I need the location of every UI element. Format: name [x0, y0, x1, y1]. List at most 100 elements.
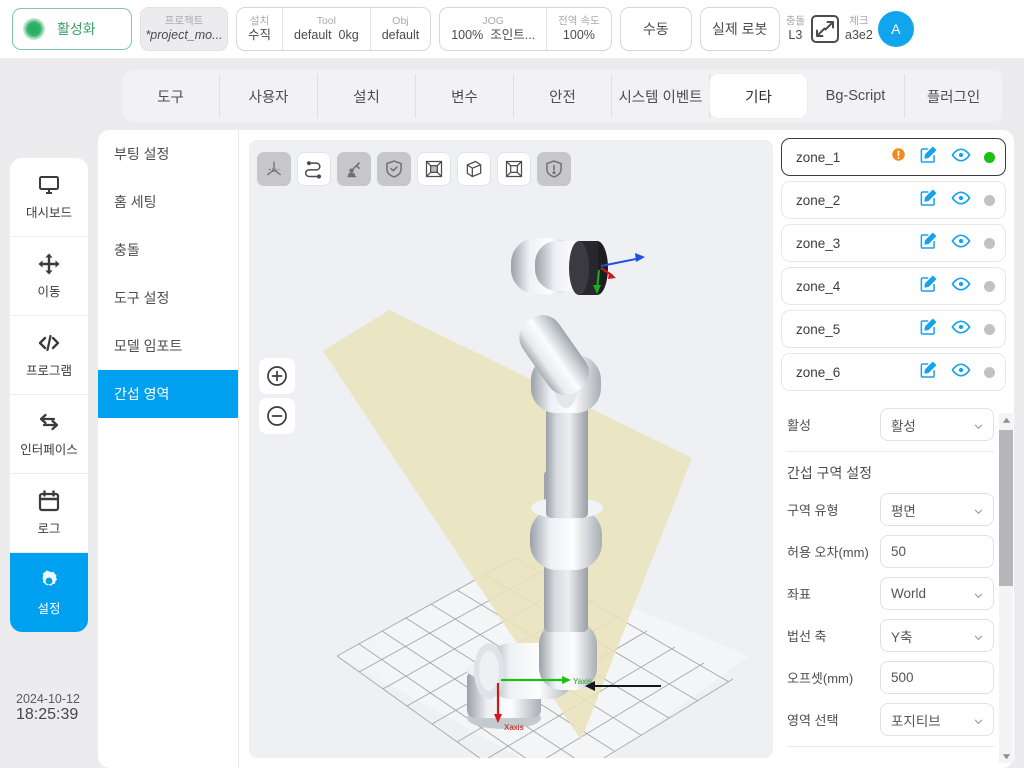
submenu-item-boot-settings[interactable]: 부팅 설정	[98, 130, 238, 178]
path-trajectory-icon[interactable]	[297, 152, 331, 186]
rail-item-interface[interactable]: 인터페이스	[10, 395, 88, 474]
edit-icon[interactable]	[919, 360, 938, 384]
offset-field-row: 오프셋(mm) 500	[787, 657, 994, 698]
coordinate-select[interactable]: World	[880, 577, 994, 610]
enable-select[interactable]: 활성	[880, 408, 994, 441]
collision-label: 충돌	[785, 15, 806, 27]
axes-origin-icon[interactable]	[257, 152, 291, 186]
tab-bg-script[interactable]: Bg-Script	[807, 74, 905, 118]
zone-active-dot[interactable]	[984, 237, 995, 249]
zone-list-item[interactable]: zone_1	[781, 138, 1006, 176]
jog-segment[interactable]: JOG 100% 조인트...	[440, 8, 548, 50]
zone-active-dot[interactable]	[984, 280, 995, 292]
visibility-icon[interactable]	[951, 188, 971, 213]
cube-solid-icon[interactable]	[417, 152, 451, 186]
tab-etc[interactable]: 기타	[710, 74, 807, 118]
offset-input[interactable]: 500	[880, 661, 994, 694]
operation-mode-button[interactable]: 수동	[619, 7, 692, 51]
global-speed-value: 100%	[562, 28, 595, 42]
rail-item-program[interactable]: 프로그램	[10, 316, 88, 395]
rail-item-settings[interactable]: 설정	[10, 553, 88, 632]
zone-active-dot[interactable]	[984, 194, 995, 206]
shield-check-icon[interactable]	[377, 152, 411, 186]
submenu-item-model-import[interactable]: 모델 임포트	[98, 322, 238, 370]
visibility-icon[interactable]	[951, 360, 971, 385]
global-speed-label: 전역 속도	[558, 15, 600, 27]
install-segment[interactable]: 설치 수직	[237, 8, 284, 50]
clock-date: 2024-10-12	[16, 692, 80, 706]
zone-name: zone_3	[796, 235, 841, 251]
edit-icon[interactable]	[919, 274, 938, 298]
zone-list-item[interactable]: zone_6	[781, 353, 1006, 391]
panel-scrollbar[interactable]	[999, 413, 1013, 763]
tool-payload: 0kg	[338, 28, 359, 42]
submenu-label: 모델 임포트	[114, 338, 183, 354]
zone-type-select[interactable]: 평면	[880, 493, 994, 526]
installation-info-group[interactable]: 설치 수직 Tool default 0kg Obj default	[236, 7, 432, 51]
rail-label: 프로그램	[25, 364, 72, 378]
zone-list-item[interactable]: zone_5	[781, 310, 1006, 348]
visibility-icon[interactable]	[951, 317, 971, 342]
region-select[interactable]: 포지티브	[880, 703, 994, 736]
normal-axis-select[interactable]: Y축	[880, 619, 994, 652]
tab-installation[interactable]: 설치	[318, 74, 416, 118]
cube-wire-icon[interactable]	[457, 152, 491, 186]
edit-icon[interactable]	[919, 188, 938, 212]
obj-segment[interactable]: Obj default	[371, 8, 431, 50]
visibility-icon[interactable]	[951, 274, 971, 299]
robot-target-button[interactable]: 실제 로봇	[699, 7, 780, 51]
shield-alert-icon[interactable]	[537, 152, 571, 186]
rail-item-move[interactable]: 이동	[10, 237, 88, 316]
zone-active-dot[interactable]	[984, 151, 995, 163]
scroll-down-icon[interactable]	[999, 749, 1013, 763]
cube-outline-icon[interactable]	[497, 152, 531, 186]
submenu-item-interference-zone[interactable]: 간섭 영역	[98, 370, 238, 418]
zone-list-item[interactable]: zone_3	[781, 224, 1006, 262]
robot-tool-icon[interactable]	[337, 152, 371, 186]
robot-status-indicator[interactable]: 활성화	[12, 8, 132, 50]
viewport-toolbar	[257, 152, 571, 186]
zone-active-dot[interactable]	[984, 366, 995, 378]
tab-tools[interactable]: 도구	[122, 74, 220, 118]
edit-icon[interactable]	[919, 231, 938, 255]
tab-plugin[interactable]: 플러그인	[905, 74, 1002, 118]
tab-variables[interactable]: 변수	[416, 74, 514, 118]
submenu-item-tool-settings[interactable]: 도구 설정	[98, 274, 238, 322]
tab-system-events[interactable]: 시스템 이벤트	[612, 74, 710, 118]
collision-level-indicator[interactable]: 충돌 L3	[786, 15, 805, 43]
chevron-down-icon	[973, 420, 983, 430]
zone-list-item[interactable]: zone_2	[781, 181, 1006, 219]
avatar[interactable]: A	[877, 11, 914, 47]
obj-value: default	[381, 28, 420, 42]
top-status-bar: 활성화 프로젝트 *project_mo... 설치 수직 Tool defau…	[0, 0, 1024, 58]
coordinate-field-row: 좌표 World	[787, 573, 994, 614]
global-speed-segment[interactable]: 전역 속도 100%	[547, 8, 611, 50]
scroll-up-icon[interactable]	[999, 413, 1013, 427]
rail-item-log[interactable]: 로그	[10, 474, 88, 553]
zoom-out-button[interactable]	[259, 398, 295, 434]
scrollbar-thumb[interactable]	[999, 430, 1013, 586]
zone-list-item[interactable]: zone_4	[781, 267, 1006, 305]
check-value: a3e2	[845, 28, 873, 42]
tab-users[interactable]: 사용자	[220, 74, 318, 118]
robot-3d-viewport[interactable]: Yaxis Xaxis	[249, 140, 773, 758]
jog-speed-group[interactable]: JOG 100% 조인트... 전역 속도 100%	[439, 7, 612, 51]
project-selector[interactable]: 프로젝트 *project_mo...	[140, 7, 228, 51]
edit-icon[interactable]	[919, 317, 938, 341]
tolerance-input[interactable]: 50	[880, 535, 994, 568]
edit-icon[interactable]	[919, 145, 938, 169]
check-code-indicator[interactable]: 체크 a3e2	[845, 15, 873, 43]
tolerance-field-row: 허용 오차(mm) 50	[787, 531, 994, 572]
visibility-icon[interactable]	[951, 231, 971, 256]
rail-item-dashboard[interactable]: 대시보드	[10, 158, 88, 237]
submenu-item-home-setting[interactable]: 홈 세팅	[98, 178, 238, 226]
submenu-item-collision[interactable]: 충돌	[98, 226, 238, 274]
tab-safety[interactable]: 안전	[514, 74, 612, 118]
tool-segment[interactable]: Tool default 0kg	[283, 8, 371, 50]
rail-label: 설정	[37, 601, 61, 616]
zone-type-field-row: 구역 유형 평면	[787, 489, 994, 530]
fullscreen-icon[interactable]	[811, 15, 840, 43]
zone-active-dot[interactable]	[984, 323, 995, 335]
visibility-icon[interactable]	[951, 145, 971, 170]
zoom-in-button[interactable]	[259, 358, 295, 394]
